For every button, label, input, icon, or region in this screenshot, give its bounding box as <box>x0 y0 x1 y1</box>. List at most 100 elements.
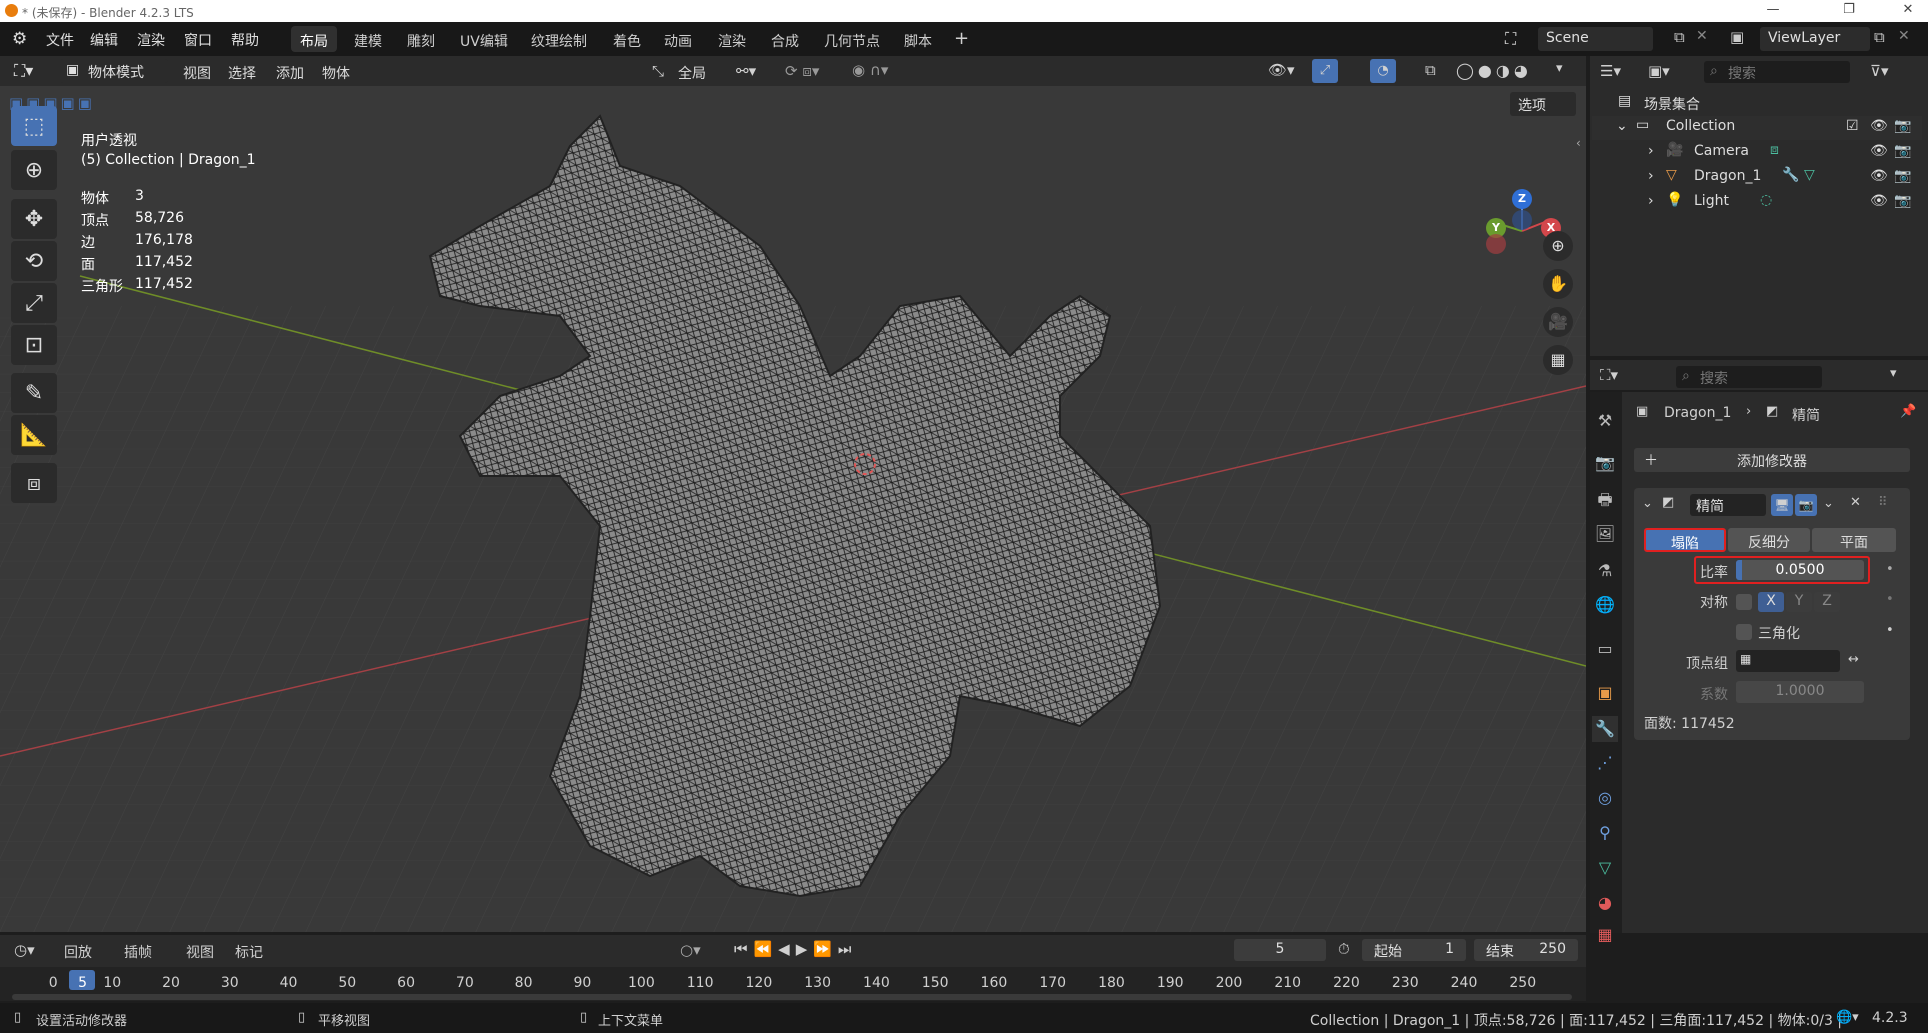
menu-render[interactable]: 渲染 <box>137 30 165 50</box>
ratio-keyframe-dot-icon[interactable]: • <box>1886 562 1894 577</box>
navigation-gizmo[interactable] <box>1480 136 1586 296</box>
particles-icon[interactable]: ⋰ <box>1592 750 1618 776</box>
menu-help[interactable]: 帮助 <box>231 30 259 50</box>
properties-editor-icon[interactable]: ⛶▾ <box>1600 366 1618 384</box>
shading-dropdown-icon[interactable]: ▾ <box>1556 61 1563 76</box>
viewlayer-selector[interactable]: ViewLayer <box>1760 27 1870 51</box>
outliner-row-dragon[interactable]: › ▽ Dragon_1 🔧 ▽ 👁 📷 <box>1592 166 1922 190</box>
eye-icon[interactable]: 👁 <box>1870 168 1888 184</box>
move-tool[interactable]: ✥ <box>11 199 57 239</box>
chevron-down-icon[interactable]: ⌄ <box>1616 118 1628 134</box>
outliner-display-mode-icon[interactable]: ▣▾ <box>1648 62 1670 80</box>
triangulate-checkbox[interactable] <box>1736 624 1752 640</box>
cursor-tool[interactable]: ⊕ <box>11 150 57 190</box>
mode-collapse-button[interactable]: 塌陷 <box>1644 528 1726 552</box>
render-camera-icon[interactable]: 📷 <box>1894 193 1911 209</box>
mode-selector[interactable]: ▣ 物体模式 <box>60 59 168 83</box>
drag-handle-icon[interactable]: ⠿ <box>1878 495 1888 510</box>
modifier-props-icon[interactable]: 🔧 <box>1592 716 1618 742</box>
measure-tool[interactable]: 📐 <box>11 415 57 455</box>
close-window-button[interactable]: ✕ <box>1893 2 1923 20</box>
scene-selector[interactable]: Scene <box>1538 27 1653 51</box>
physics-icon[interactable]: ◎ <box>1592 785 1618 811</box>
properties-search[interactable]: ⌕ 搜索 <box>1676 366 1822 388</box>
scale-tool[interactable]: ⤢ <box>11 283 57 323</box>
zoom-icon[interactable]: ⊕ <box>1543 231 1573 261</box>
render-icon[interactable]: 📷 <box>1592 450 1618 476</box>
new-viewlayer-icon[interactable]: ⧉ <box>1874 28 1885 46</box>
editor-type-icon[interactable]: ⛶▾ <box>14 61 33 81</box>
new-scene-icon[interactable]: ⧉ <box>1674 28 1685 46</box>
playback-controls[interactable]: ⏮⏪◀▶⏩⏭ <box>734 940 857 958</box>
delete-viewlayer-icon[interactable]: ✕ <box>1898 28 1910 44</box>
tab-rendering[interactable]: 渲染 <box>709 26 755 52</box>
remove-modifier-icon[interactable]: ✕ <box>1850 495 1861 510</box>
object-props-icon[interactable]: ▣ <box>1592 680 1618 706</box>
tab-layout[interactable]: 布局 <box>291 26 337 52</box>
select-box-tool[interactable]: ⬚ <box>11 106 57 146</box>
symmetry-axis-y[interactable]: Y <box>1786 592 1812 612</box>
viewport-menu-add[interactable]: 添加 <box>276 63 304 83</box>
object-data-icon[interactable]: ▽ <box>1592 855 1618 881</box>
tab-uv-editing[interactable]: UV编辑 <box>451 26 517 52</box>
timeline-menu-playback[interactable]: 回放 <box>64 942 92 962</box>
blender-menu-icon[interactable]: ⚙ <box>12 29 27 49</box>
gizmo-neg-x[interactable] <box>1486 234 1506 254</box>
modifier-menu-chevron-icon[interactable]: ⌄ <box>1823 496 1834 511</box>
gizmo-z[interactable]: Z <box>1512 189 1532 209</box>
symmetry-axis-z[interactable]: Z <box>1814 592 1840 612</box>
timeline-menu-marker[interactable]: 标记 <box>235 942 263 962</box>
chevron-right-icon[interactable]: › <box>1648 168 1654 184</box>
viewlayer-icon[interactable]: ▣ <box>1730 28 1744 46</box>
delete-scene-icon[interactable]: ✕ <box>1696 28 1708 44</box>
tab-compositing[interactable]: 合成 <box>762 26 808 52</box>
constraints-icon[interactable]: ⚲ <box>1592 820 1618 846</box>
pin-icon[interactable]: 📌 <box>1900 404 1916 419</box>
outliner-row-collection[interactable]: ⌄ ▭ Collection ☑ 👁 📷 <box>1592 116 1922 140</box>
sidebar-toggle-icon[interactable]: ‹ <box>1576 136 1581 150</box>
eye-icon[interactable]: 👁 <box>1870 118 1888 134</box>
factor-field[interactable]: 1.0000 <box>1736 681 1864 703</box>
symmetry-axis-x[interactable]: X <box>1758 592 1784 612</box>
realtime-display-icon[interactable]: 🖥 <box>1771 494 1793 516</box>
maximize-button[interactable]: ❐ <box>1834 2 1864 20</box>
tab-sculpting[interactable]: 雕刻 <box>398 26 444 52</box>
timeline-menu-view[interactable]: 视图 <box>186 942 214 962</box>
scene-icon[interactable]: ⛶ <box>1505 29 1516 49</box>
options-dropdown[interactable]: 选项 <box>1510 92 1576 116</box>
filter-icon[interactable]: ⊽▾ <box>1870 62 1889 80</box>
properties-options-icon[interactable]: ▾ <box>1890 366 1897 381</box>
checkbox-icon[interactable]: ☑ <box>1846 118 1859 134</box>
triangulate-keyframe-dot-icon[interactable]: • <box>1886 623 1894 638</box>
minimize-button[interactable]: — <box>1758 2 1788 20</box>
viewport-menu-object[interactable]: 物体 <box>322 63 350 83</box>
tab-texture-paint[interactable]: 纹理绘制 <box>522 26 596 52</box>
pan-hand-icon[interactable]: ✋ <box>1543 269 1573 299</box>
add-workspace-button[interactable]: + <box>948 26 975 52</box>
end-frame-field[interactable]: 结束 250 <box>1474 939 1578 961</box>
mode-unsubdivide-button[interactable]: 反细分 <box>1728 528 1810 552</box>
annotate-tool[interactable]: ✎ <box>11 373 57 413</box>
menu-edit[interactable]: 编辑 <box>90 30 118 50</box>
proportional-edit-icon[interactable]: ◉ ∩▾ <box>852 61 888 79</box>
tool-settings-icon[interactable]: ⚒ <box>1592 408 1618 434</box>
timeline-editor-icon[interactable]: ◷▾ <box>14 941 35 959</box>
tab-shading[interactable]: 着色 <box>604 26 650 52</box>
tab-scripting[interactable]: 脚本 <box>895 26 941 52</box>
mesh-data-icon[interactable]: ▽ <box>1804 167 1815 183</box>
overlay-toggle-icon[interactable]: ◔ <box>1370 59 1396 83</box>
outliner-search[interactable]: ⌕ 搜索 <box>1704 61 1850 83</box>
texture-icon[interactable]: ▦ <box>1592 922 1618 948</box>
breadcrumb-modifier[interactable]: 精简 <box>1792 405 1820 425</box>
current-frame-field[interactable]: 5 <box>1234 939 1326 961</box>
start-frame-field[interactable]: 起始 1 <box>1362 939 1466 961</box>
eye-icon[interactable]: 👁 <box>1870 143 1888 159</box>
gizmo-neg-z[interactable] <box>1512 210 1532 230</box>
menu-file[interactable]: 文件 <box>46 30 74 50</box>
timeline-menu-keying[interactable]: 插帧 <box>124 942 152 962</box>
outliner-row-light[interactable]: › 💡 Light ◌ 👁 📷 <box>1592 191 1922 215</box>
outliner-row-camera[interactable]: › 🎥 Camera ⧈ 👁 📷 <box>1592 141 1922 165</box>
snap-icon[interactable]: ⟳ ⧈▾ <box>785 62 819 80</box>
outliner-row-scene-collection[interactable]: ▤ 场景集合 <box>1592 92 1922 116</box>
world-icon[interactable]: 🌐 <box>1592 592 1618 618</box>
